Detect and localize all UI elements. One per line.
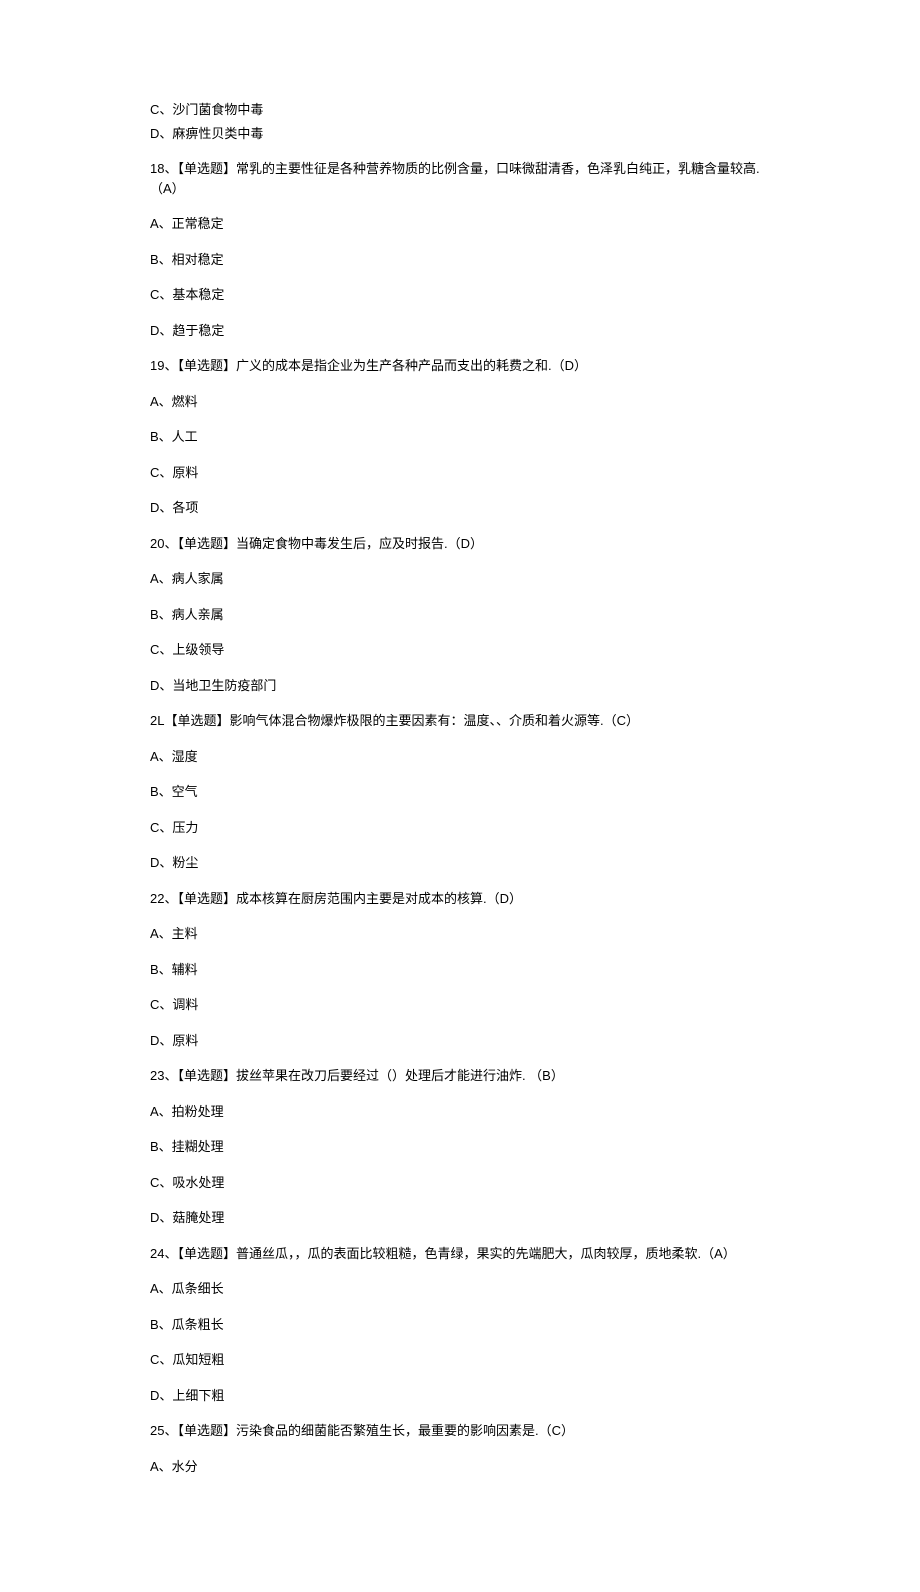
q20-option-d: D、当地卫生防疫部门 xyxy=(150,676,770,696)
q17-option-c: C、沙门菌食物中毒 xyxy=(150,100,770,120)
q21-option-c: C、压力 xyxy=(150,818,770,838)
q24-option-a: A、瓜条细长 xyxy=(150,1279,770,1299)
q23-option-b: B、挂糊处理 xyxy=(150,1137,770,1157)
q22-option-a: A、主料 xyxy=(150,924,770,944)
q18-option-d: D、趋于稳定 xyxy=(150,321,770,341)
q21-option-b: B、空气 xyxy=(150,782,770,802)
q22-option-c: C、调料 xyxy=(150,995,770,1015)
q20-option-c: C、上级领导 xyxy=(150,640,770,660)
q24-option-b: B、瓜条粗长 xyxy=(150,1315,770,1335)
q18-option-b: B、相对稳定 xyxy=(150,250,770,270)
q19-option-c: C、原料 xyxy=(150,463,770,483)
q23-option-d: D、菇腌处理 xyxy=(150,1208,770,1228)
q19-option-b: B、人工 xyxy=(150,427,770,447)
q18-text: 18、【单选题】常乳的主要性征是各种营养物质的比例含量，口味微甜清香，色泽乳白纯… xyxy=(150,159,770,198)
q22-option-d: D、原料 xyxy=(150,1031,770,1051)
q24-option-d: D、上细下粗 xyxy=(150,1386,770,1406)
q23-text: 23、【单选题】拔丝苹果在改刀后要经过（）处理后才能进行油炸. （B） xyxy=(150,1066,770,1086)
q17-option-d: D、麻痹性贝类中毒 xyxy=(150,124,770,144)
q25-option-a: A、水分 xyxy=(150,1457,770,1477)
q25-text: 25、【单选题】污染食品的细菌能否繁殖生长，最重要的影响因素是.（C） xyxy=(150,1421,770,1441)
q22-option-b: B、辅料 xyxy=(150,960,770,980)
q18-option-a: A、正常稳定 xyxy=(150,214,770,234)
q22-text: 22、【单选题】成本核算在厨房范围内主要是对成本的核算.（D） xyxy=(150,889,770,909)
q21-option-a: A、湿度 xyxy=(150,747,770,767)
q18-option-c: C、基本稳定 xyxy=(150,285,770,305)
q19-text: 19、【单选题】广义的成本是指企业为生产各种产品而支出的耗费之和.（D） xyxy=(150,356,770,376)
q23-option-a: A、拍粉处理 xyxy=(150,1102,770,1122)
q20-text: 20、【单选题】当确定食物中毒发生后，应及时报告.（D） xyxy=(150,534,770,554)
q23-option-c: C、吸水处理 xyxy=(150,1173,770,1193)
q24-option-c: C、瓜知短粗 xyxy=(150,1350,770,1370)
q21-option-d: D、粉尘 xyxy=(150,853,770,873)
q19-option-a: A、燃料 xyxy=(150,392,770,412)
q21-text: 2L【单选题】影响气体混合物爆炸极限的主要因素有：温度、、介质和着火源等.（C） xyxy=(150,711,770,731)
q24-text: 24、【单选题】普通丝瓜，，瓜的表面比较粗糙，色青绿，果实的先端肥大，瓜肉较厚，… xyxy=(150,1244,770,1264)
q20-option-a: A、病人家属 xyxy=(150,569,770,589)
q20-option-b: B、病人亲属 xyxy=(150,605,770,625)
q19-option-d: D、各项 xyxy=(150,498,770,518)
